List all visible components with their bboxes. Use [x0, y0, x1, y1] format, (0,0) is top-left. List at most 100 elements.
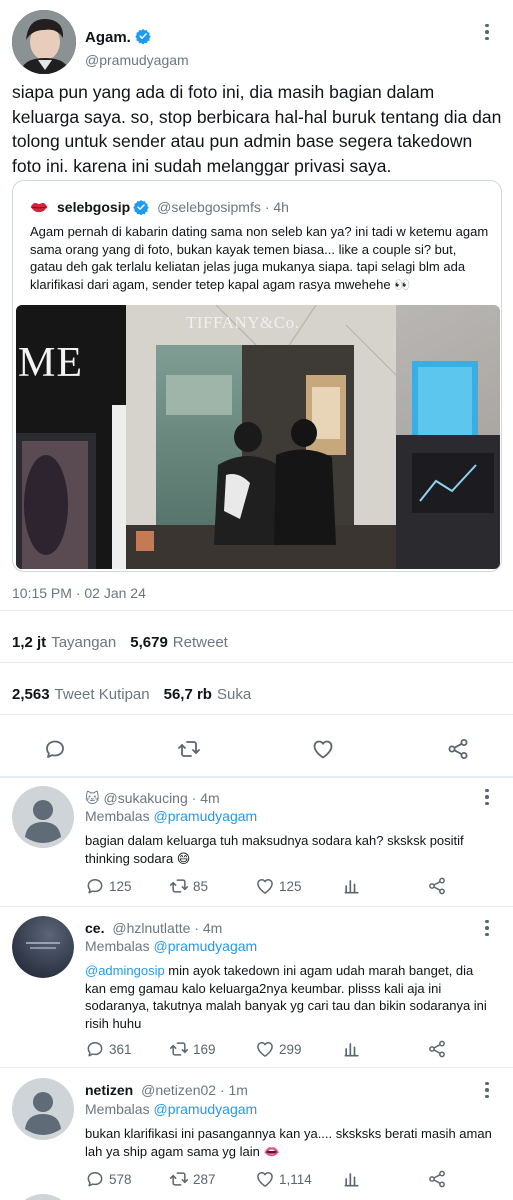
reply-count: 578 — [109, 1171, 132, 1187]
more-options-icon[interactable] — [477, 22, 497, 42]
reply-time: · 4m — [194, 920, 223, 936]
reply-time: · 4m — [191, 790, 220, 806]
reply-text: bukan klarifikasi ini pasangannya kan ya… — [85, 1126, 492, 1159]
lips-logo-icon — [30, 202, 48, 213]
reply-time: · 1m — [219, 1082, 248, 1098]
quoted-tweet-header: selebgosip @selebgosipmfs · 4h — [29, 197, 289, 217]
replying-label: Membalas — [85, 808, 150, 824]
like-icon[interactable] — [309, 735, 337, 763]
default-avatar-icon[interactable] — [12, 786, 74, 848]
replying-to: Membalas @pramudyagam — [85, 1101, 257, 1117]
reply-text: @admingosip min ayok takedown ini agam u… — [85, 962, 497, 1032]
analytics-icon[interactable] — [342, 1167, 362, 1191]
analytics-icon[interactable] — [342, 874, 362, 898]
like-button[interactable]: 1,114 — [255, 1167, 312, 1191]
default-avatar-icon[interactable] — [12, 1078, 74, 1140]
retweet-count: 287 — [193, 1171, 216, 1187]
reply-author-handle[interactable]: @netizen02 — [141, 1082, 216, 1098]
reply-button[interactable]: 125 — [85, 874, 132, 898]
quoted-tweet-time: · 4h — [264, 199, 289, 215]
reply-count: 361 — [109, 1041, 132, 1057]
store-photo — [16, 305, 500, 569]
views-label: Tayangan — [51, 634, 117, 651]
quotes-count: 2,563 — [12, 686, 50, 703]
tweet-action-bar — [0, 727, 513, 771]
likes-label: Suka — [216, 686, 252, 703]
share-icon[interactable] — [444, 735, 472, 763]
analytics-icon[interactable] — [342, 1037, 362, 1061]
retweet-icon[interactable] — [175, 735, 203, 763]
more-options-icon[interactable] — [477, 787, 497, 807]
replying-to-mention[interactable]: @pramudyagam — [153, 808, 257, 824]
replying-to-mention[interactable]: @pramudyagam — [153, 1101, 257, 1117]
retweet-button[interactable]: 287 — [169, 1167, 216, 1191]
user-avatar[interactable] — [12, 916, 74, 978]
reply-author-handle[interactable]: @sukakucing — [104, 790, 188, 806]
reply-tweet[interactable]: netizen @netizen02 · 1m Membalas @pramud… — [0, 1068, 513, 1200]
replying-label: Membalas — [85, 1101, 150, 1117]
author-name[interactable]: Agam. — [85, 29, 131, 46]
replying-to: Membalas @pramudyagam — [85, 938, 257, 954]
reply-author-name[interactable]: ce. — [85, 920, 104, 936]
reply-icon[interactable] — [41, 735, 69, 763]
quoted-author-name[interactable]: selebgosip — [57, 199, 130, 215]
replying-to-mention[interactable]: @pramudyagam — [153, 938, 257, 954]
reply-button[interactable]: 578 — [85, 1167, 132, 1191]
tweet-timestamp[interactable]: 10:15 PM · 02 Jan 24 — [12, 585, 146, 601]
store-sign-left: ME — [18, 340, 83, 386]
tweet-stats-row-2: 2,563 Tweet Kutipan 56,7 rb Suka — [12, 686, 251, 703]
next-reply-avatar — [12, 1194, 74, 1200]
verified-badge-icon — [135, 29, 151, 44]
retweet-count: 169 — [193, 1041, 216, 1057]
like-icon — [257, 1042, 273, 1057]
reply-icon — [87, 879, 103, 894]
reply-button[interactable]: 361 — [85, 1037, 132, 1061]
reply-action-bar: 578 287 1,114 — [85, 1167, 465, 1191]
like-button[interactable]: 125 — [255, 874, 302, 898]
quoted-tweet-text: Agam pernah di kabarin dating sama non s… — [30, 224, 489, 292]
tweet-text: siapa pun yang ada di foto ini, dia masi… — [12, 82, 502, 176]
retweets-label: Retweet — [172, 634, 228, 651]
reply-action-bar: 125 85 125 — [85, 874, 465, 898]
quoted-author-handle[interactable]: @selebgosipmfs — [157, 199, 261, 215]
reply-icon — [87, 1172, 103, 1187]
likes-count: 56,7 rb — [163, 686, 212, 703]
more-options-icon[interactable] — [477, 1080, 497, 1100]
more-options-icon[interactable] — [477, 918, 497, 938]
quoted-tweet-photo[interactable]: ME TIFFANY&Co. — [16, 305, 500, 569]
reply-tweet[interactable]: ce. @hzlnutlatte · 4m Membalas @pramudya… — [0, 907, 513, 1067]
like-count: 125 — [279, 878, 302, 894]
quoted-tweet[interactable]: selebgosip @selebgosipmfs · 4h Agam pern… — [12, 180, 502, 572]
reply-header: ce. @hzlnutlatte · 4m — [85, 920, 222, 936]
like-icon — [257, 1172, 273, 1187]
reply-text: bagian dalam keluarga tuh maksudnya soda… — [85, 833, 464, 866]
reply-icon — [87, 1042, 103, 1057]
like-count: 299 — [279, 1041, 302, 1057]
views-stat[interactable]: 1,2 jt Tayangan — [12, 634, 116, 651]
share-icon[interactable] — [427, 1167, 447, 1191]
share-icon[interactable] — [427, 874, 447, 898]
reply-action-bar: 361 169 299 — [85, 1037, 465, 1061]
retweet-icon — [169, 1042, 189, 1056]
retweet-icon — [169, 1172, 189, 1186]
author-avatar[interactable] — [12, 10, 76, 74]
divider — [0, 662, 513, 663]
likes-stat[interactable]: 56,7 rb Suka — [164, 686, 252, 703]
share-icon[interactable] — [427, 1037, 447, 1061]
like-count: 1,114 — [279, 1171, 312, 1187]
retweets-stat[interactable]: 5,679 Retweet — [130, 634, 228, 651]
author-handle[interactable]: @pramudyagam — [85, 52, 189, 68]
reply-author-handle[interactable]: @hzlnutlatte — [112, 920, 190, 936]
like-button[interactable]: 299 — [255, 1037, 302, 1061]
reply-author-name[interactable]: netizen — [85, 1082, 133, 1098]
reply-header: netizen @netizen02 · 1m — [85, 1082, 248, 1098]
divider — [0, 714, 513, 715]
retweet-button[interactable]: 169 — [169, 1037, 216, 1061]
replying-label: Membalas — [85, 938, 150, 954]
reply-tweet[interactable]: 🐱 @sukakucing · 4m Membalas @pramudyagam… — [0, 778, 513, 906]
reply-header: 🐱 @sukakucing · 4m — [85, 790, 220, 807]
retweet-button[interactable]: 85 — [169, 874, 208, 898]
reply-mention[interactable]: @admingosip — [85, 963, 165, 978]
retweets-count: 5,679 — [130, 634, 168, 651]
quotes-stat[interactable]: 2,563 Tweet Kutipan — [12, 686, 150, 703]
